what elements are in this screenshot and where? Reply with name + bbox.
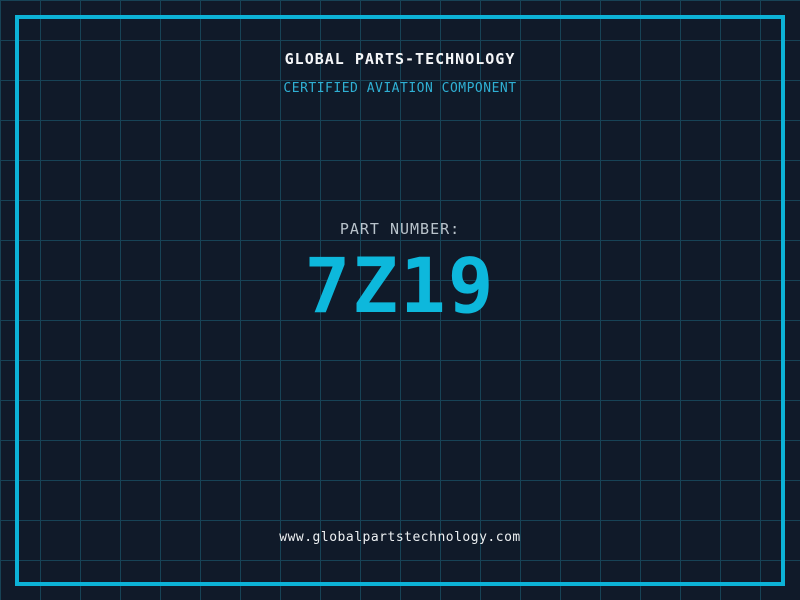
part-number-value: 7Z19: [304, 241, 496, 330]
company-name: GLOBAL PARTS-TECHNOLOGY: [284, 50, 516, 68]
company-tagline: CERTIFIED AVIATION COMPONENT: [283, 81, 517, 96]
part-display-screen: GLOBAL PARTS-TECHNOLOGY CERTIFIED AVIATI…: [0, 0, 800, 600]
website-url: www.globalpartstechnology.com: [279, 530, 521, 545]
part-number-label: PART NUMBER:: [339, 220, 461, 238]
